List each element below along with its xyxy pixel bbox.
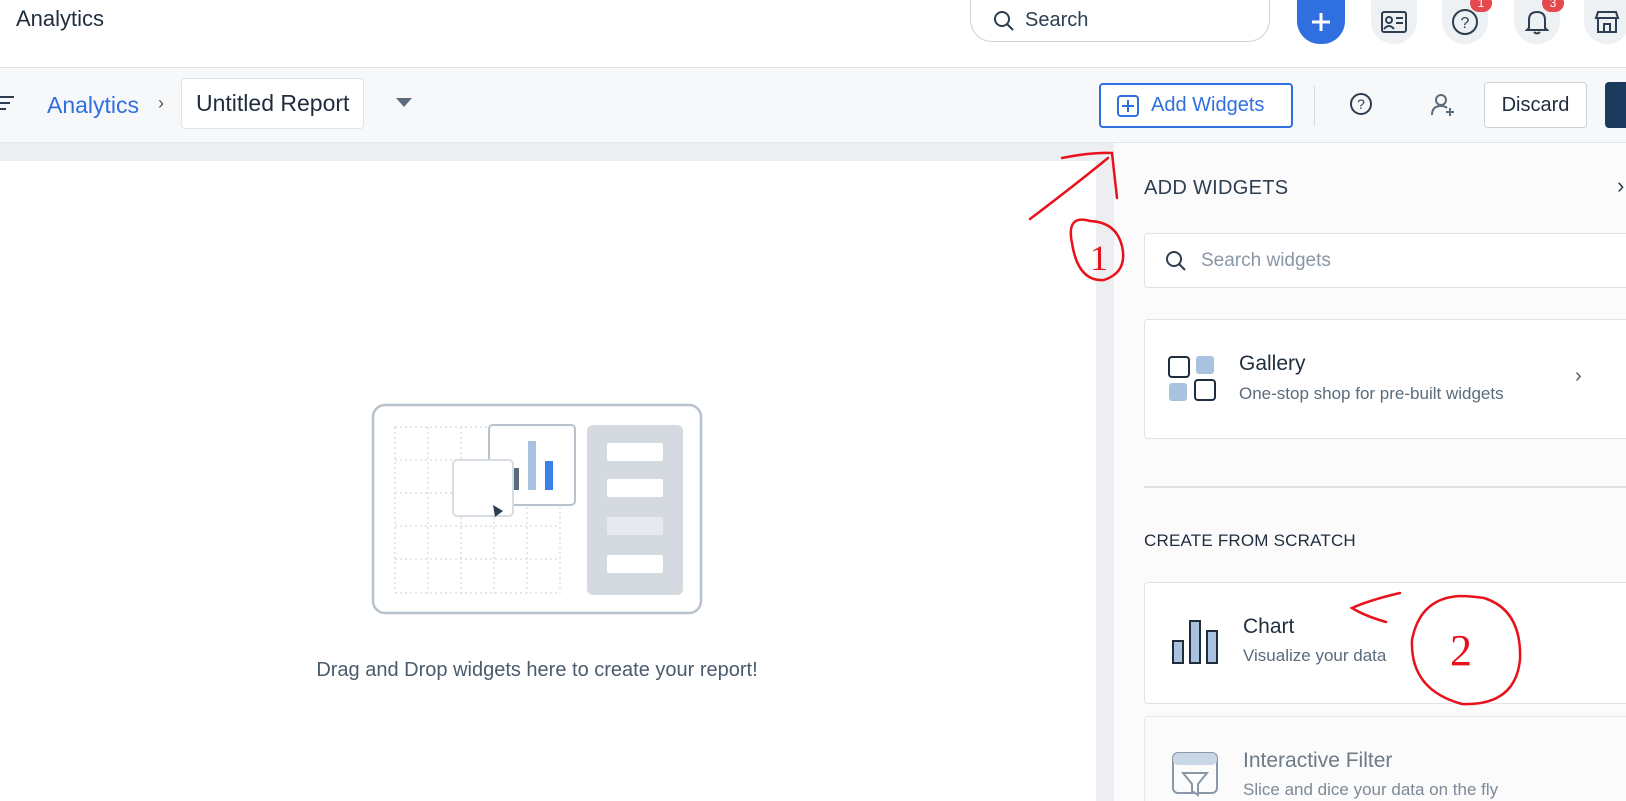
contact-card-icon <box>1381 11 1407 33</box>
help-badge: 1 <box>1470 0 1492 12</box>
report-help-button[interactable]: ? <box>1349 92 1373 121</box>
breadcrumb-separator: › <box>158 93 164 113</box>
add-user-icon <box>1431 94 1454 116</box>
interactive-filter-card[interactable]: Interactive Filter Slice and dice your d… <box>1144 716 1626 801</box>
contacts-button[interactable] <box>1371 0 1417 44</box>
analytics-report-editor: Analytics Search ? 1 3 Analytics › Untit… <box>0 0 1626 801</box>
chart-widget-card[interactable]: Chart Visualize your data <box>1144 582 1626 704</box>
share-report-button[interactable] <box>1430 92 1456 123</box>
toolbar-divider <box>1314 86 1315 126</box>
report-canvas[interactable]: Drag and Drop widgets here to create you… <box>0 143 1114 801</box>
report-name-field[interactable]: Untitled Report <box>181 78 365 129</box>
notifications-button[interactable]: 3 <box>1514 0 1564 44</box>
top-navigation-bar: Analytics Search ? 1 3 <box>0 0 1626 68</box>
chart-subtitle: Visualize your data <box>1243 646 1387 665</box>
create-button[interactable] <box>1297 0 1345 44</box>
add-widgets-label: Add Widgets <box>1151 94 1265 116</box>
add-widgets-button[interactable]: Add Widgets <box>1099 83 1293 128</box>
menu-icon[interactable] <box>0 96 14 114</box>
svg-text:?: ? <box>1461 15 1470 32</box>
bar-chart-icon <box>1172 620 1218 664</box>
bell-icon <box>1524 10 1550 35</box>
empty-state-message: Drag and Drop widgets here to create you… <box>316 659 758 681</box>
chart-title: Chart <box>1243 615 1295 638</box>
gallery-subtitle: One-stop shop for pre-built widgets <box>1239 384 1504 403</box>
add-square-icon <box>1117 94 1139 117</box>
chevron-right-icon: › <box>1575 365 1582 387</box>
filter-title: Interactive Filter <box>1243 749 1393 772</box>
canvas-header-band <box>0 143 1096 161</box>
save-button[interactable] <box>1605 82 1626 128</box>
filter-icon <box>1172 752 1218 797</box>
gallery-card[interactable]: Gallery One-stop shop for pre-built widg… <box>1144 319 1626 439</box>
marketplace-button[interactable] <box>1584 0 1626 44</box>
chevron-down-icon[interactable] <box>396 98 412 107</box>
add-widgets-panel: ADD WIDGETS › Search widgets Gallery One… <box>1114 143 1626 801</box>
panel-title: ADD WIDGETS <box>1144 177 1289 199</box>
plus-icon <box>1312 13 1330 31</box>
gallery-grid-icon <box>1168 356 1216 401</box>
store-icon <box>1594 11 1620 33</box>
report-toolbar: Analytics › Untitled Report Add Widgets … <box>0 68 1626 143</box>
panel-divider <box>1144 486 1626 488</box>
search-icon <box>994 10 1014 31</box>
global-search-button[interactable]: Search <box>970 0 1270 42</box>
discard-button[interactable]: Discard <box>1484 82 1587 128</box>
help-icon: ? <box>1452 9 1478 35</box>
widget-search-input[interactable]: Search widgets <box>1144 233 1626 288</box>
widget-search-placeholder: Search widgets <box>1201 249 1331 271</box>
help-icon: ? <box>1350 93 1372 115</box>
app-title: Analytics <box>16 6 105 31</box>
notifications-badge: 3 <box>1542 0 1564 12</box>
breadcrumb-analytics-link[interactable]: Analytics <box>47 92 139 119</box>
help-menu-button[interactable]: ? 1 <box>1442 0 1492 44</box>
svg-text:?: ? <box>1357 96 1365 112</box>
empty-state-illustration <box>371 403 703 615</box>
gallery-title: Gallery <box>1239 352 1306 375</box>
search-icon <box>1166 250 1186 271</box>
search-label: Search <box>1025 9 1089 31</box>
filter-subtitle: Slice and dice your data on the fly <box>1243 780 1499 799</box>
create-from-scratch-heading: CREATE FROM SCRATCH <box>1144 531 1356 550</box>
close-icon[interactable]: › <box>1617 173 1624 199</box>
canvas-scrollbar[interactable] <box>1096 143 1114 801</box>
